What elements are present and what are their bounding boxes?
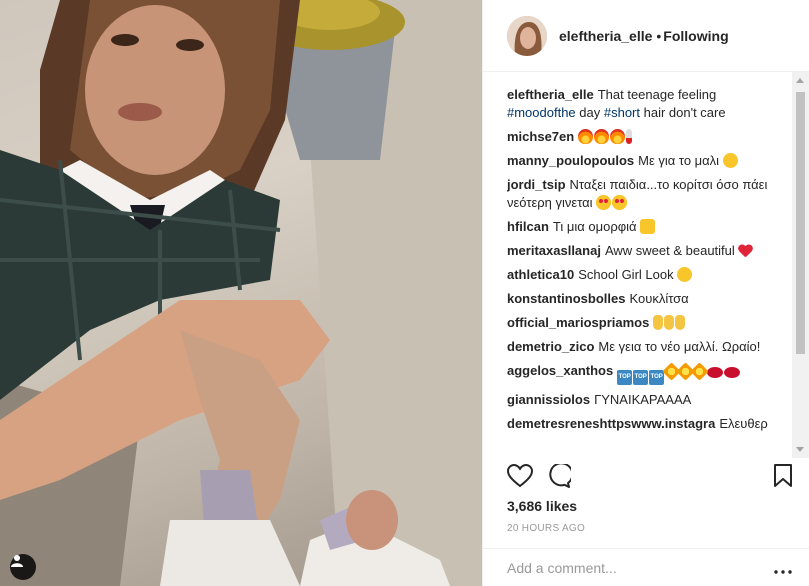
comment-icon[interactable] <box>547 462 574 493</box>
comment-text: Τι μια ομορφιά <box>552 219 637 234</box>
smile-emoji-icon <box>722 153 738 168</box>
comment-username[interactable]: jordi_tsip <box>507 177 566 192</box>
comment-text: Aww sweet & beautiful <box>604 243 735 258</box>
heart-eyes-emoji-icon <box>612 195 628 210</box>
comment-item: demetrio_zico Με γεια το νέο μαλλί. Ωραίο… <box>507 338 795 356</box>
caption-text: day <box>575 105 604 120</box>
post-panel: eleftheria_elle • Following eleftheria_ell… <box>482 0 809 586</box>
hashtag-link[interactable]: #short <box>604 105 640 120</box>
comment-item: konstantinosbolles Κουκλίτσα <box>507 290 795 308</box>
thumb-emoji-icon <box>640 219 656 234</box>
comments-list[interactable]: eleftheria_elle That teenage feeling #moo… <box>507 86 795 454</box>
add-comment-bar <box>483 548 809 586</box>
top-emoji-icon: TOP <box>633 370 649 385</box>
comment-text: ΓΥΝΑΙΚΑΡΑΑΑΑ <box>594 392 692 407</box>
fire-emoji-icon <box>610 129 626 144</box>
heart-emoji-icon <box>738 245 753 258</box>
heart-eyes-emoji-icon <box>596 195 612 210</box>
victory-emoji-icon <box>653 315 664 330</box>
comment-username[interactable]: konstantinosbolles <box>507 291 625 306</box>
heart-icon[interactable] <box>506 463 534 493</box>
comment-item: official_mariospriamos <box>507 314 795 332</box>
post-author-username[interactable]: eleftheria_elle <box>559 28 652 44</box>
comment-input[interactable] <box>507 559 757 576</box>
post-header: eleftheria_elle • Following <box>483 0 809 72</box>
comment-username[interactable]: aggelos_xanthos <box>507 363 613 378</box>
scroll-up-icon[interactable] <box>796 78 804 83</box>
comment-username[interactable]: giannissiolos <box>507 392 590 407</box>
scroll-thumb[interactable] <box>796 92 805 354</box>
smile-emoji-icon <box>677 267 693 282</box>
fire-emoji-icon <box>578 129 594 144</box>
comment-text: School Girl Look <box>578 267 674 282</box>
burst-emoji-icon <box>690 362 709 381</box>
comment-item: demetresreneshttpswww.instagra Ελευθερ <box>507 415 795 433</box>
comment-username[interactable]: michse7en <box>507 129 574 144</box>
comment-username[interactable]: hfilcan <box>507 219 549 234</box>
comment-username[interactable]: official_mariospriamos <box>507 315 649 330</box>
caption-text: hair don't care <box>640 105 726 120</box>
comment-username[interactable]: demetrio_zico <box>507 339 594 354</box>
comment-item: hfilcan Τι μια ομορφιά <box>507 218 795 236</box>
comment-item: manny_poulopoulos Με για το μαλι <box>507 152 795 170</box>
following-button[interactable]: Following <box>663 28 728 44</box>
top-emoji-icon: TOP <box>649 370 665 385</box>
header-separator: • <box>656 27 662 44</box>
fire-emoji-icon <box>594 129 610 144</box>
lips-emoji-icon <box>707 367 724 378</box>
user-tag-icon[interactable] <box>10 554 36 580</box>
hashtag-link[interactable]: #moodofthe <box>507 105 576 120</box>
more-options-icon[interactable] <box>774 561 792 579</box>
comment-username[interactable]: manny_poulopoulos <box>507 153 634 168</box>
scroll-down-icon[interactable] <box>796 447 804 452</box>
comment-item: jordi_tsip Νταξει παιδια...το κορίτσι όσο… <box>507 176 795 212</box>
bookmark-icon[interactable] <box>773 464 793 493</box>
post-photo[interactable] <box>0 0 482 586</box>
lips-emoji-icon <box>724 367 741 378</box>
comment-username[interactable]: athletica10 <box>507 267 574 282</box>
comment-text: Με γεια το νέο μαλλί. Ωραίο! <box>598 339 761 354</box>
likes-count[interactable]: 3,686 likes <box>507 498 577 514</box>
photo-illustration <box>0 0 482 586</box>
comment-text: Ελευθερ <box>719 416 768 431</box>
comment-text: Κουκλίτσα <box>629 291 689 306</box>
comment-item: giannissiolos ΓΥΝΑΙΚΑΡΑΑΑΑ <box>507 391 795 409</box>
comment-item: meritaxasllanaj Aww sweet & beautiful <box>507 242 795 260</box>
post-timestamp[interactable]: 20 HOURS AGO <box>507 523 585 534</box>
top-emoji-icon: TOP <box>617 370 633 385</box>
avatar[interactable] <box>507 15 547 56</box>
caption-username[interactable]: eleftheria_elle <box>507 87 594 102</box>
comments-scrollbar[interactable] <box>792 72 809 458</box>
comment-item: michse7en <box>507 128 795 146</box>
victory-emoji-icon <box>675 315 686 330</box>
comment-item: aggelos_xanthos TOP TOP TOP <box>507 362 795 385</box>
action-bar <box>506 462 795 493</box>
comment-username[interactable]: demetresreneshttpswww.instagra <box>507 416 715 431</box>
comment-item: athletica10 School Girl Look <box>507 266 795 284</box>
caption-text: That teenage feeling <box>597 87 717 102</box>
thermo-emoji-icon <box>626 129 633 144</box>
caption: eleftheria_elle That teenage feeling #moo… <box>507 86 795 122</box>
comment-text: Με για το μαλι <box>638 153 720 168</box>
comment-username[interactable]: meritaxasllanaj <box>507 243 601 258</box>
victory-emoji-icon <box>664 315 675 330</box>
